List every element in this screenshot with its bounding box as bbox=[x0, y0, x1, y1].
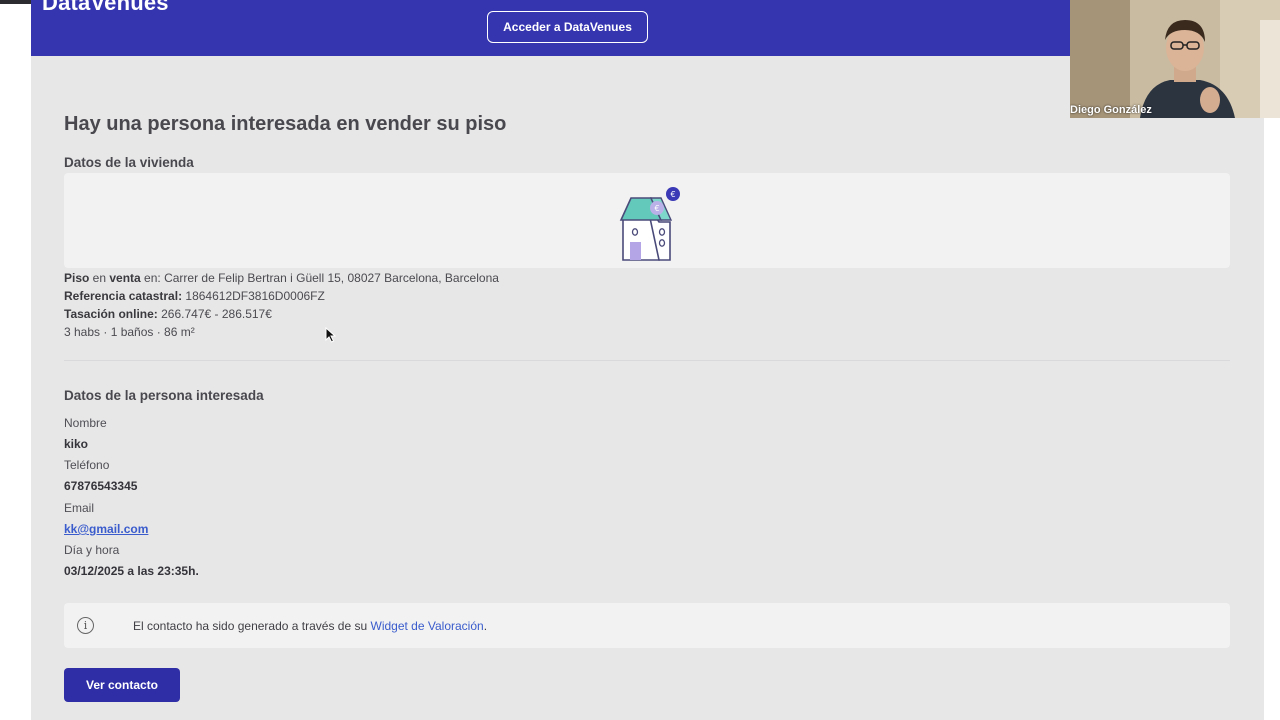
datavenues-logo: DataVenues bbox=[42, 0, 169, 15]
person-section-heading: Datos de la persona interesada bbox=[64, 388, 264, 403]
name-label: Nombre bbox=[64, 416, 107, 430]
email-value: kk@gmail.com bbox=[64, 522, 148, 536]
property-features: 3 habs · 1 baños · 86 m² bbox=[64, 325, 195, 339]
widget-valoracion-link[interactable]: Widget de Valoración bbox=[371, 619, 484, 633]
property-image-box: € € bbox=[64, 173, 1230, 268]
property-address: Piso en venta en: Carrer de Felip Bertra… bbox=[64, 271, 499, 285]
email-link[interactable]: kk@gmail.com bbox=[64, 522, 148, 536]
video-call-thumbnail: Diego González bbox=[1070, 0, 1280, 118]
datetime-label: Día y hora bbox=[64, 543, 120, 557]
info-icon: i bbox=[77, 617, 94, 634]
mouse-cursor-icon bbox=[325, 327, 337, 343]
participant-name: Diego González bbox=[1070, 104, 1152, 116]
phone-value: 67876543345 bbox=[64, 479, 138, 493]
house-illustration-icon: € € bbox=[619, 187, 680, 261]
datetime-value: 03/12/2025 a las 23:35h. bbox=[64, 564, 199, 578]
participant-video-frame bbox=[1070, 0, 1280, 118]
property-section-heading: Datos de la vivienda bbox=[64, 155, 194, 170]
email-label: Email bbox=[64, 501, 95, 515]
svg-text:€: € bbox=[670, 190, 675, 199]
svg-text:€: € bbox=[654, 204, 659, 213]
access-datavenues-button[interactable]: Acceder a DataVenues bbox=[487, 11, 648, 43]
phone-label: Teléfono bbox=[64, 458, 110, 472]
name-value: kiko bbox=[64, 437, 89, 451]
page-title: Hay una persona interesada en vender su … bbox=[64, 113, 507, 135]
view-contact-button[interactable]: Ver contacto bbox=[64, 668, 180, 702]
online-valuation: Tasación online: 266.747€ - 286.517€ bbox=[64, 307, 272, 321]
section-divider bbox=[64, 360, 1230, 361]
cadastral-reference: Referencia catastral: 1864612DF3816D0006… bbox=[64, 289, 325, 303]
contact-source-notice: i El contacto ha sido generado a través … bbox=[64, 603, 1230, 648]
header-bar: DataVenues Acceder a DataVenues bbox=[31, 0, 1070, 56]
notice-text: El contacto ha sido generado a través de… bbox=[133, 619, 488, 633]
